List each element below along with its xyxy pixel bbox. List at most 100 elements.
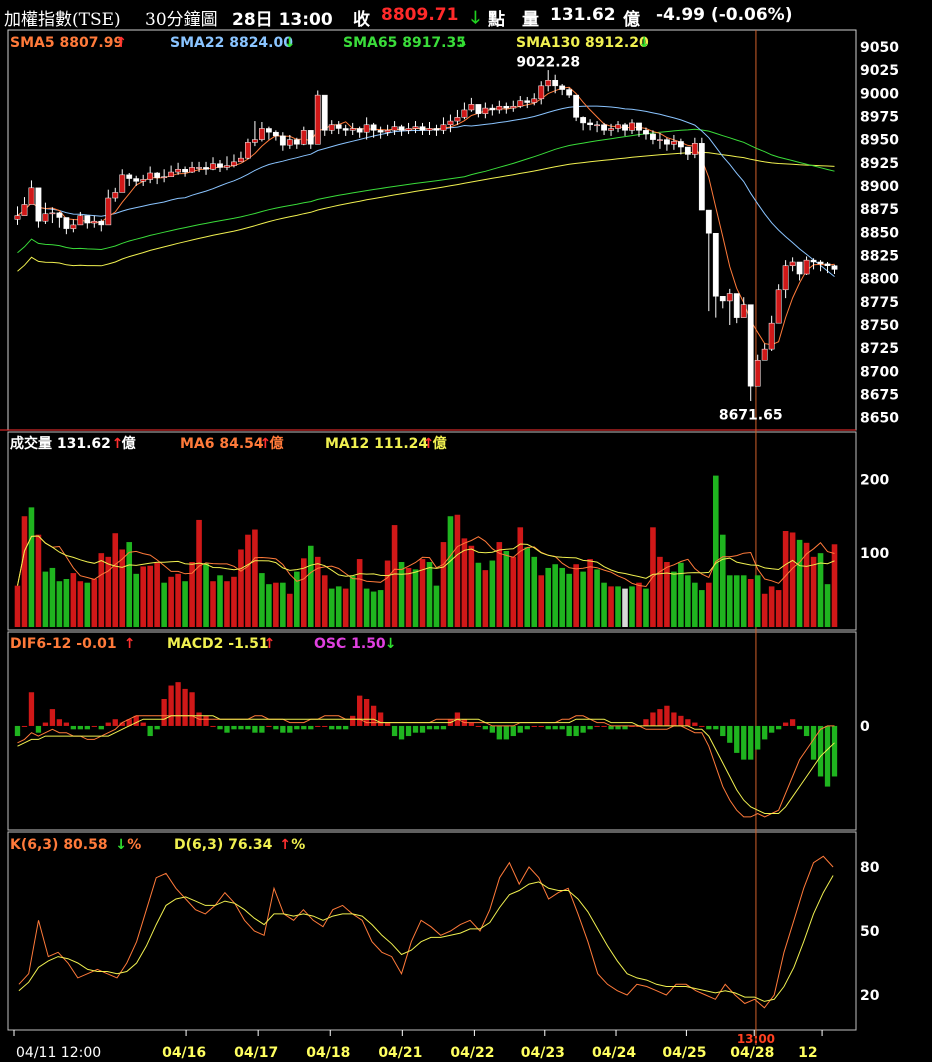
volume-bar <box>175 573 181 627</box>
volume-bar <box>524 547 531 627</box>
legend-arrow-icon: ↑ <box>264 636 276 652</box>
volume-bar <box>468 545 475 627</box>
candle-body <box>789 261 796 266</box>
volume-bar <box>796 539 803 627</box>
price-tick-label: 8750 <box>860 318 899 334</box>
candle-body <box>224 165 230 168</box>
volume-bar <box>433 585 440 627</box>
candle-body <box>650 133 656 140</box>
volume-bar <box>14 585 21 627</box>
candle-body <box>817 261 824 265</box>
candle-body <box>803 259 810 275</box>
volume-bar <box>566 573 572 627</box>
candle-body <box>63 217 70 229</box>
osc-bar <box>21 725 28 727</box>
candle-body <box>566 89 573 96</box>
volume-bar <box>356 559 363 627</box>
macd-legend: MACD2 -1.51 <box>167 636 269 652</box>
kd-legend: D(6,3) 76.34 <box>174 837 273 853</box>
volume-bar <box>538 575 545 627</box>
volume-bar <box>699 590 705 627</box>
candle-body <box>573 94 580 118</box>
candle-body <box>545 80 552 87</box>
candle-body <box>105 197 112 226</box>
candle-body <box>21 204 28 216</box>
osc-bar <box>217 725 223 730</box>
osc-bar <box>727 725 733 743</box>
volume-bar <box>531 556 538 627</box>
x-tick-label: 04/21 <box>378 1045 422 1061</box>
osc-bar <box>741 725 747 760</box>
volume-bar <box>601 582 607 627</box>
volume-bar <box>740 575 747 627</box>
candle-body <box>489 107 496 111</box>
sma130-line <box>17 151 835 272</box>
osc-bar <box>748 725 754 760</box>
price-tick-label: 8925 <box>860 156 899 172</box>
volume-bar <box>692 582 698 627</box>
price-tick-label: 8850 <box>860 225 899 241</box>
macd-line <box>17 715 835 814</box>
osc-bar <box>98 725 104 730</box>
osc-bar <box>503 725 509 740</box>
price-tick-label: 8900 <box>860 179 899 195</box>
volume-bar <box>475 562 482 627</box>
candle-body <box>824 263 831 266</box>
osc-bar <box>294 725 300 730</box>
osc-bar <box>775 725 782 730</box>
candle-body <box>468 104 475 111</box>
candle-body <box>370 124 377 131</box>
osc-bar <box>77 725 83 730</box>
kd-tick-label: 50 <box>860 924 880 940</box>
candle-body <box>161 176 168 178</box>
osc-bar <box>238 725 244 730</box>
volume-bar <box>63 579 70 627</box>
candle-body <box>643 130 649 135</box>
volume-bar <box>245 534 251 627</box>
candle-body <box>419 126 426 131</box>
volume-legend: MA12 111.24 <box>325 436 428 452</box>
osc-bar <box>259 725 265 733</box>
candle-body <box>796 261 803 275</box>
legend-sma22: SMA22 8824.00 <box>170 35 293 51</box>
volume-bar <box>824 584 831 627</box>
osc-bar <box>831 725 838 777</box>
legend-arrow-icon: ↓ <box>638 35 650 51</box>
candle-body <box>691 143 698 155</box>
candle-body <box>447 120 454 126</box>
candle-body <box>594 124 600 127</box>
candle-body <box>747 304 754 387</box>
dif-line <box>17 715 835 818</box>
candle-body <box>189 167 195 173</box>
volume-bar <box>182 581 188 627</box>
volume-legend: 成交量 131.62 <box>10 435 111 452</box>
osc-bar <box>517 725 523 733</box>
osc-bar <box>28 692 35 726</box>
candle-body <box>231 161 237 166</box>
candle-body <box>300 130 307 145</box>
osc-bar <box>231 725 237 730</box>
candle-body <box>279 135 286 146</box>
candle-body <box>377 130 384 133</box>
osc-bar <box>175 682 181 726</box>
osc-bar <box>56 719 63 726</box>
candle-body <box>56 212 63 218</box>
candle-body <box>559 85 566 90</box>
candle-body <box>454 117 461 122</box>
candle-body <box>719 296 726 302</box>
candle-body <box>398 126 405 131</box>
osc-bar <box>398 725 405 740</box>
osc-bar <box>433 725 440 730</box>
volume-legend: MA6 84.54 <box>180 436 264 452</box>
macd-legend: OSC 1.50 <box>314 636 386 652</box>
candle-body <box>119 174 126 193</box>
volume-bar <box>238 549 244 627</box>
price-tick-label: 8825 <box>860 248 899 264</box>
legend-arrow-icon: ↓ <box>457 35 469 51</box>
volume-bar <box>307 545 314 627</box>
volume-tick-label: 200 <box>860 472 889 488</box>
osc-bar <box>273 725 279 730</box>
volume-ma12-line <box>17 535 835 586</box>
osc-bar <box>440 725 447 730</box>
kd-unit-label: % <box>291 837 305 853</box>
